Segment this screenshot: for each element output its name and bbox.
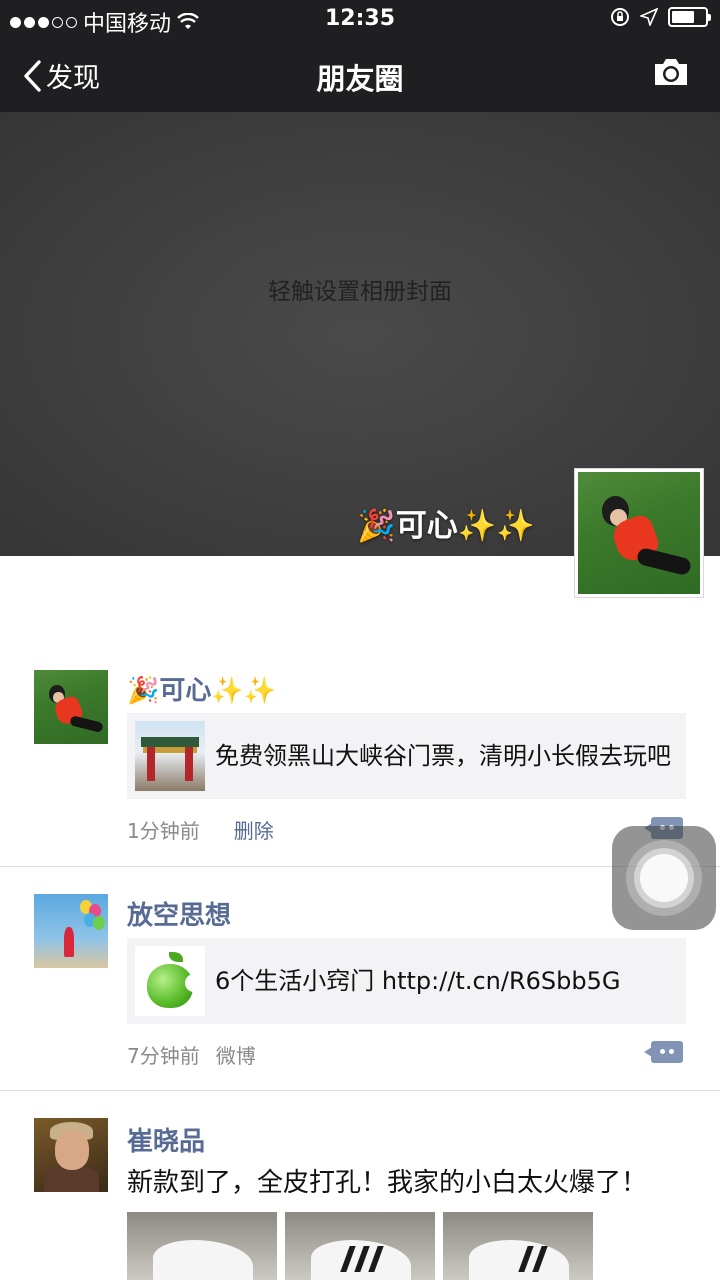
- avatar-image: [34, 1118, 108, 1192]
- status-right: [610, 7, 711, 27]
- post-photo[interactable]: [127, 1212, 277, 1280]
- post-text: 新款到了，全皮打孔！我家的小白太火爆了！: [127, 1168, 648, 1198]
- assistive-touch-button[interactable]: [612, 826, 716, 930]
- post-avatar[interactable]: [34, 1118, 108, 1192]
- post-avatar[interactable]: [34, 894, 108, 968]
- post-author-name[interactable]: 放空思想: [127, 895, 231, 932]
- post-photo[interactable]: [285, 1212, 435, 1280]
- link-card[interactable]: 免费领黑山大峡谷门票，清明小长假去玩吧: [127, 713, 686, 799]
- camera-button[interactable]: [652, 56, 690, 92]
- status-bar: 中国移动 12:35: [0, 0, 720, 38]
- divider: [0, 1090, 720, 1091]
- post-meta: 1分钟前 删除: [127, 815, 274, 844]
- page-title: 朋友圈: [316, 62, 404, 96]
- post-photo[interactable]: [443, 1212, 593, 1280]
- cover-hint: 轻触设置相册封面: [268, 279, 452, 305]
- avatar-image: [34, 894, 108, 968]
- post-source: 微博: [215, 1044, 256, 1068]
- profile-name: 🎉可心✨✨: [357, 508, 535, 544]
- camera-icon: [655, 59, 687, 85]
- location-icon: [640, 8, 658, 26]
- battery-icon: [668, 7, 711, 27]
- link-title: 6个生活小窍门 http://t.cn/R6Sbb5G: [215, 967, 621, 995]
- post-author-name[interactable]: 崔晓品: [127, 1121, 205, 1158]
- post-meta: 7分钟前 微博: [127, 1040, 256, 1069]
- orientation-lock-icon: [611, 8, 629, 26]
- post-time: 1分钟前: [127, 819, 200, 843]
- comment-button[interactable]: [644, 1041, 683, 1063]
- link-card[interactable]: 6个生活小窍门 http://t.cn/R6Sbb5G: [127, 938, 686, 1024]
- avatar-image: [34, 670, 108, 744]
- navigation-bar: 发现 朋友圈: [0, 38, 720, 112]
- link-title: 免费领黑山大峡谷门票，清明小长假去玩吧: [215, 742, 671, 770]
- post-author-name[interactable]: 🎉可心✨✨: [127, 670, 276, 707]
- profile-avatar[interactable]: [574, 468, 704, 598]
- post-avatar[interactable]: [34, 670, 108, 744]
- link-thumbnail: [135, 946, 205, 1016]
- delete-button[interactable]: 删除: [234, 815, 274, 844]
- link-thumbnail: [135, 721, 205, 791]
- post-time: 7分钟前: [127, 1044, 200, 1068]
- avatar-image: [578, 472, 700, 594]
